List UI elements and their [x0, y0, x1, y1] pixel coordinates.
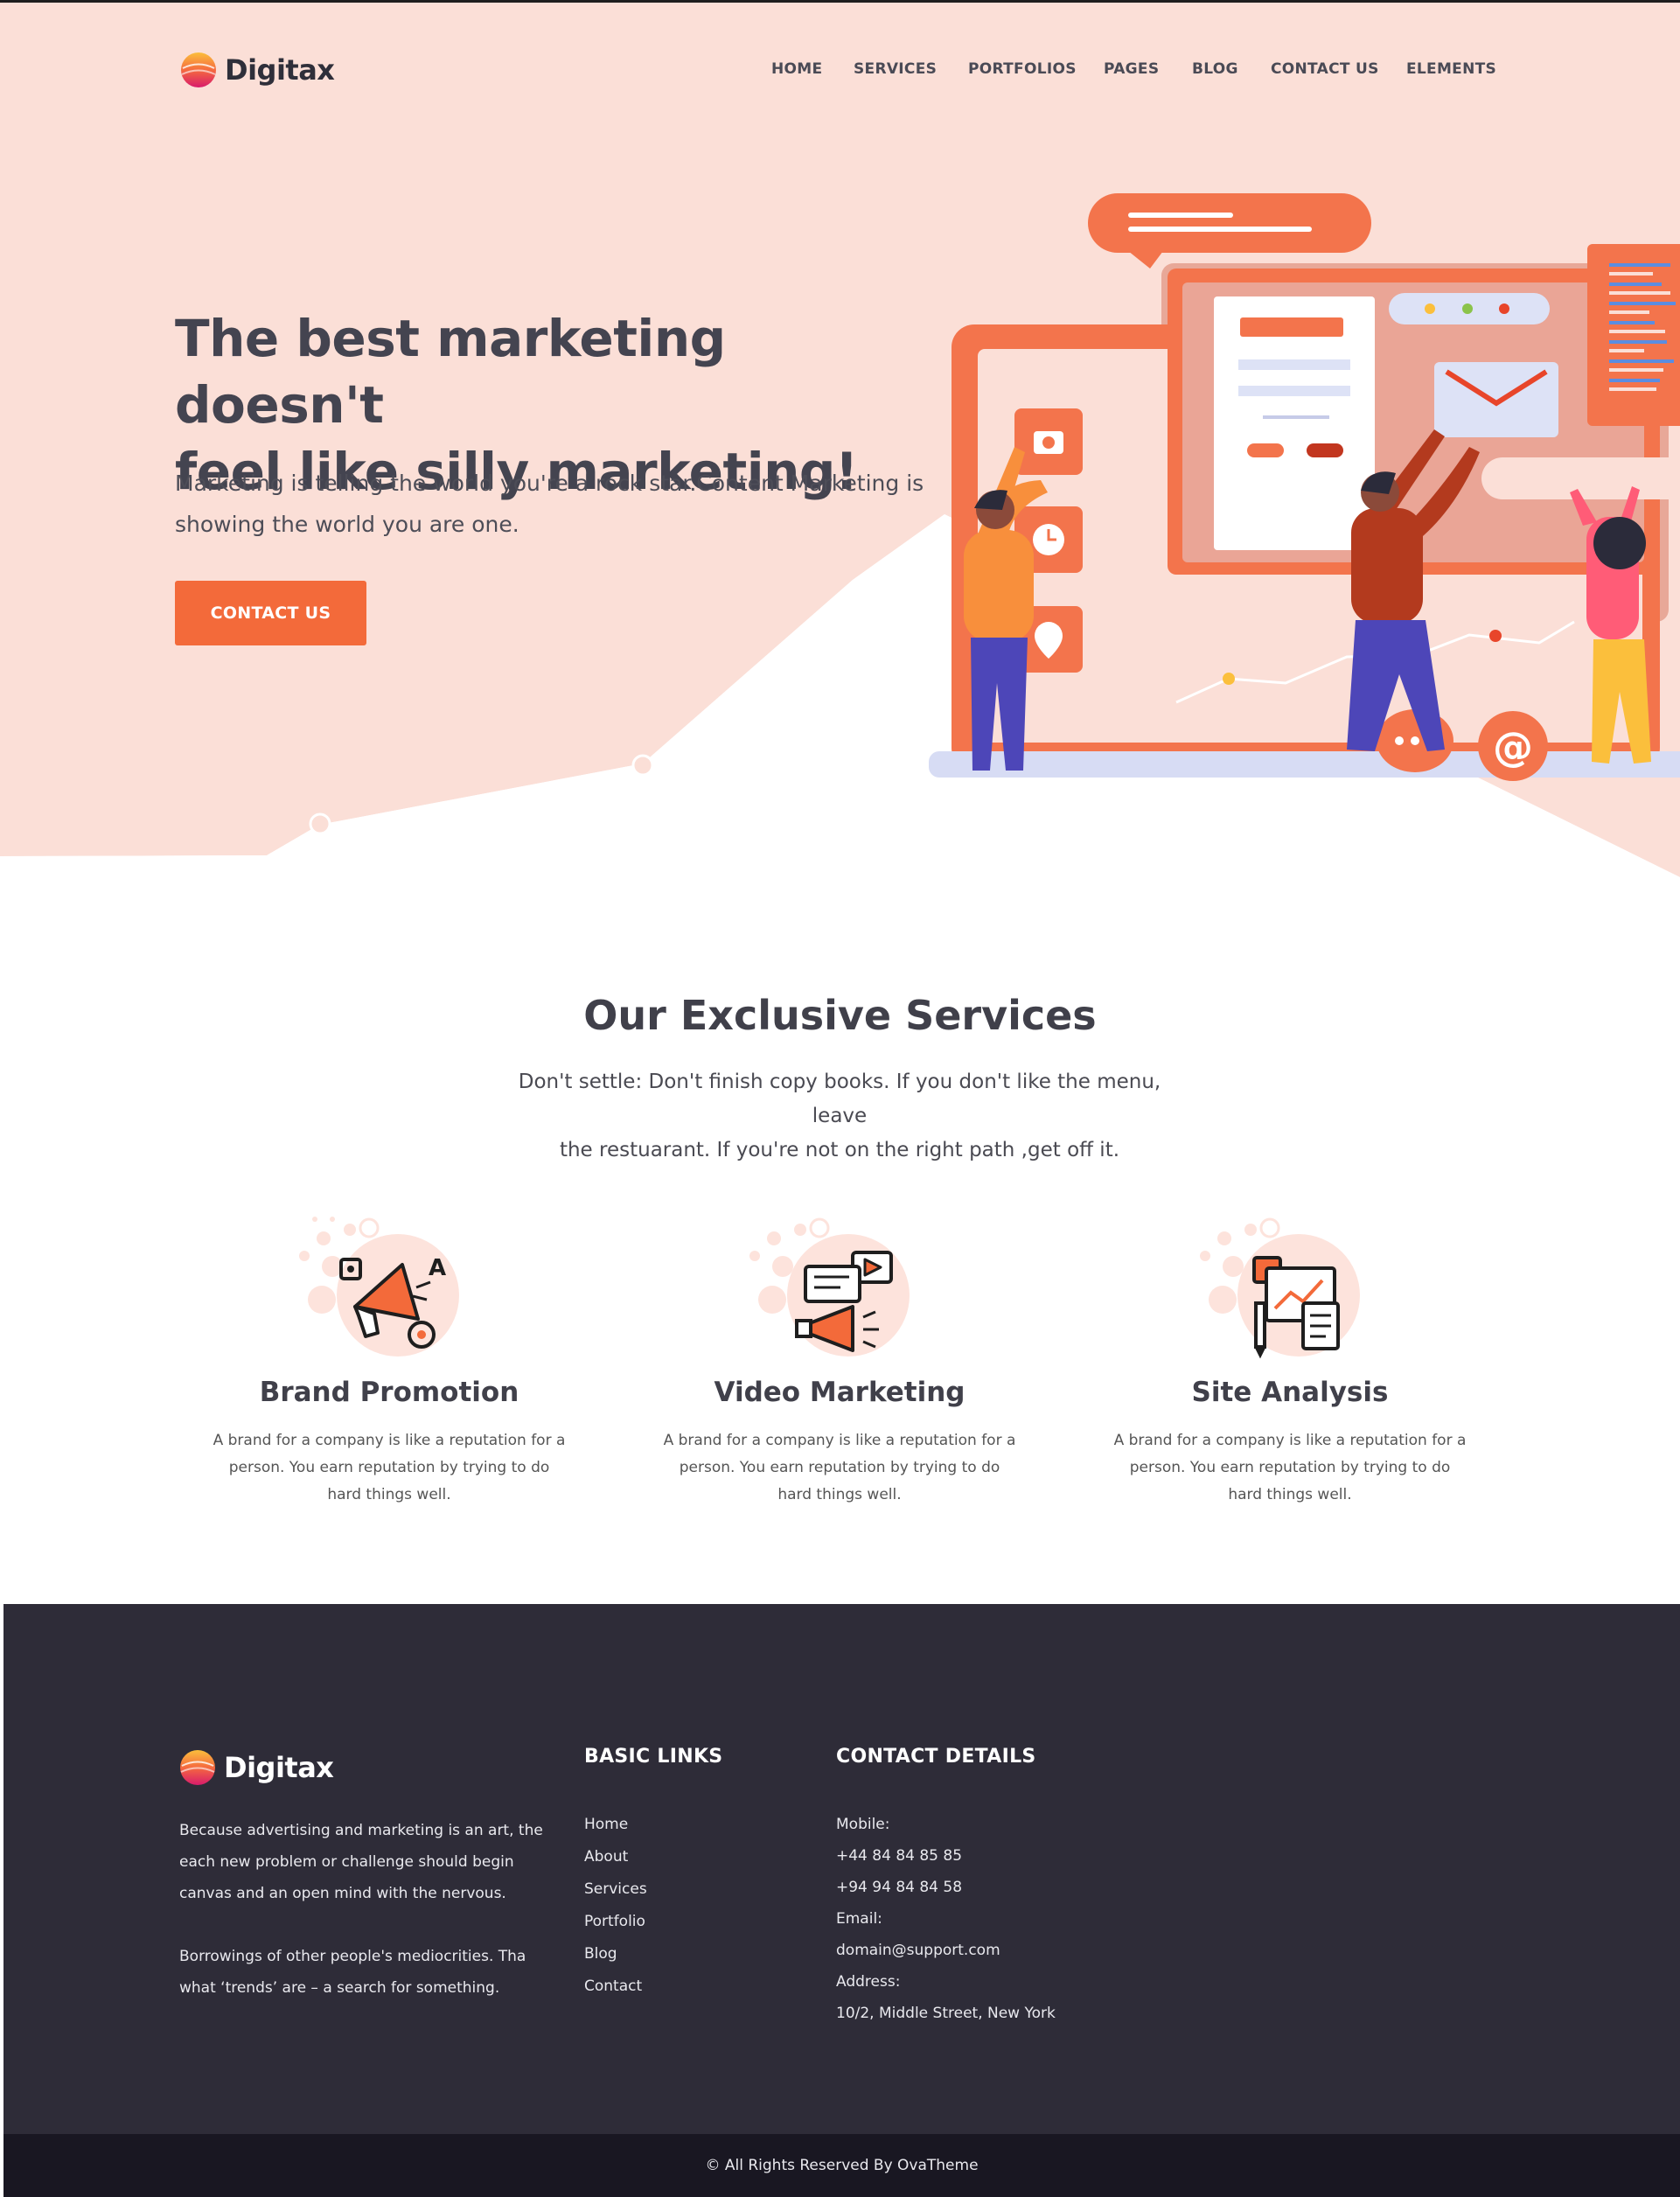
contact-phone-2[interactable]: +94 94 84 84 58: [836, 1872, 1056, 1903]
logo-text: Digitax: [224, 1751, 334, 1784]
services-subtitle-line-2: the restuarant. If you're not on the rig…: [559, 1139, 1120, 1161]
hero-contact-button[interactable]: CONTACT US: [175, 581, 366, 645]
service-desc-line: person. You earn reputation by trying to…: [1129, 1459, 1451, 1476]
service-title: Site Analysis: [1191, 1377, 1389, 1408]
service-card-video-marketing: Video Marketing A brand for a company is…: [638, 1212, 1041, 1509]
hero-subtitle-line-2: showing the world you are one.: [175, 512, 519, 537]
nav-pages[interactable]: PAGES: [1104, 60, 1159, 78]
service-description: A brand for a company is like a reputati…: [206, 1427, 573, 1509]
nav-portfolios[interactable]: PORTFOLIOS: [968, 60, 1077, 78]
service-card-brand-promotion: A Brand Promotion A brand for a company …: [188, 1212, 590, 1509]
footer-contact-list: Mobile: +44 84 84 85 85 +94 94 84 84 58 …: [836, 1809, 1056, 2029]
footer-about-line: canvas and an open mind with the nervous…: [179, 1885, 506, 1902]
services-title: Our Exclusive Services: [583, 992, 1097, 1039]
footer-link-about[interactable]: About: [584, 1841, 647, 1873]
footer-about-line: Borrowings of other people's mediocritie…: [179, 1948, 526, 1965]
main-nav: HOME SERVICES PORTFOLIOS PAGES BLOG CONT…: [0, 60, 1680, 87]
footer-link-blog[interactable]: Blog: [584, 1938, 647, 1970]
hero-section: Digitax HOME SERVICES PORTFOLIOS PAGES B…: [0, 3, 1680, 877]
hero-subtitle-line-1: Marketing is telling the world you're a …: [175, 471, 924, 496]
video-marketing-icon: [749, 1217, 910, 1357]
footer-about-line: Because advertising and marketing is an …: [179, 1822, 543, 1839]
footer-link-services[interactable]: Services: [584, 1873, 647, 1906]
nav-home[interactable]: HOME: [771, 60, 822, 78]
service-desc-line: person. You earn reputation by trying to…: [679, 1459, 1000, 1476]
services-subtitle-line-1: Don't settle: Don't finish copy books. I…: [518, 1071, 1161, 1127]
hero-title-line-1: The best marketing doesn't: [175, 309, 726, 435]
footer-about-paragraph-2: Borrowings of other people's mediocritie…: [179, 1941, 564, 2004]
contact-email[interactable]: domain@support.com: [836, 1935, 1056, 1966]
service-desc-line: hard things well.: [777, 1486, 902, 1503]
at-sign-icon: @: [1478, 711, 1548, 781]
nav-blog[interactable]: BLOG: [1192, 60, 1238, 78]
nav-services[interactable]: SERVICES: [854, 60, 937, 78]
footer-about-line: what ‘trends’ are – a search for somethi…: [179, 1979, 500, 1997]
copyright-text: © All Rights Reserved By OvaTheme: [705, 2157, 979, 2174]
svg-text:A: A: [429, 1255, 446, 1281]
hero-illustration: @: [929, 193, 1680, 781]
site-analysis-icon: [1200, 1217, 1360, 1359]
footer-link-home[interactable]: Home: [584, 1809, 647, 1841]
hero-subtitle: Marketing is telling the world you're a …: [175, 463, 927, 545]
footer-links-heading: BASIC LINKS: [584, 1746, 723, 1768]
service-icon-wrap: [638, 1212, 1041, 1361]
service-description: A brand for a company is like a reputati…: [656, 1427, 1023, 1509]
service-card-site-analysis: Site Analysis A brand for a company is l…: [1089, 1212, 1491, 1509]
footer-about-line: each new problem or challenge should beg…: [179, 1853, 514, 1871]
service-desc-line: A brand for a company is like a reputati…: [1113, 1432, 1467, 1449]
nav-contact-us[interactable]: CONTACT US: [1271, 60, 1379, 78]
service-title: Brand Promotion: [259, 1377, 519, 1408]
service-icon-wrap: A: [188, 1212, 590, 1361]
service-title: Video Marketing: [714, 1377, 965, 1408]
footer-link-contact[interactable]: Contact: [584, 1970, 647, 2003]
footer-about-paragraph-1: Because advertising and marketing is an …: [179, 1815, 564, 1909]
services-subtitle: Don't settle: Don't finish copy books. I…: [490, 1065, 1189, 1168]
logo-mark-icon: [180, 1750, 215, 1785]
service-desc-line: A brand for a company is like a reputati…: [213, 1432, 566, 1449]
contact-mobile-label: Mobile:: [836, 1816, 890, 1833]
camera-tile-icon: [1014, 408, 1083, 475]
envelope-icon: [1434, 362, 1558, 437]
contact-phone-1[interactable]: +44 84 84 85 85: [836, 1840, 1056, 1872]
footer-about: Because advertising and marketing is an …: [179, 1815, 564, 2004]
copyright-bar: © All Rights Reserved By OvaTheme: [3, 2134, 1680, 2197]
footer-contact-heading: CONTACT DETAILS: [836, 1746, 1036, 1768]
service-desc-line: person. You earn reputation by trying to…: [228, 1459, 550, 1476]
speech-bubble-icon: [1088, 193, 1371, 269]
svg-text:@: @: [1493, 723, 1533, 771]
megaphone-icon: A: [299, 1217, 459, 1357]
service-desc-line: hard things well.: [327, 1486, 451, 1503]
contact-address-label: Address:: [836, 1973, 901, 1991]
service-desc-line: A brand for a company is like a reputati…: [663, 1432, 1016, 1449]
contact-address: 10/2, Middle Street, New York: [836, 2005, 1056, 2022]
footer-link-portfolio[interactable]: Portfolio: [584, 1906, 647, 1938]
footer-links-list: Home About Services Portfolio Blog Conta…: [584, 1809, 647, 2003]
service-icon-wrap: [1089, 1212, 1491, 1361]
nav-elements[interactable]: ELEMENTS: [1406, 60, 1496, 78]
footer-logo[interactable]: Digitax: [179, 1749, 334, 1786]
service-desc-line: hard things well.: [1228, 1486, 1352, 1503]
service-description: A brand for a company is like a reputati…: [1106, 1427, 1474, 1509]
contact-email-label: Email:: [836, 1910, 882, 1928]
